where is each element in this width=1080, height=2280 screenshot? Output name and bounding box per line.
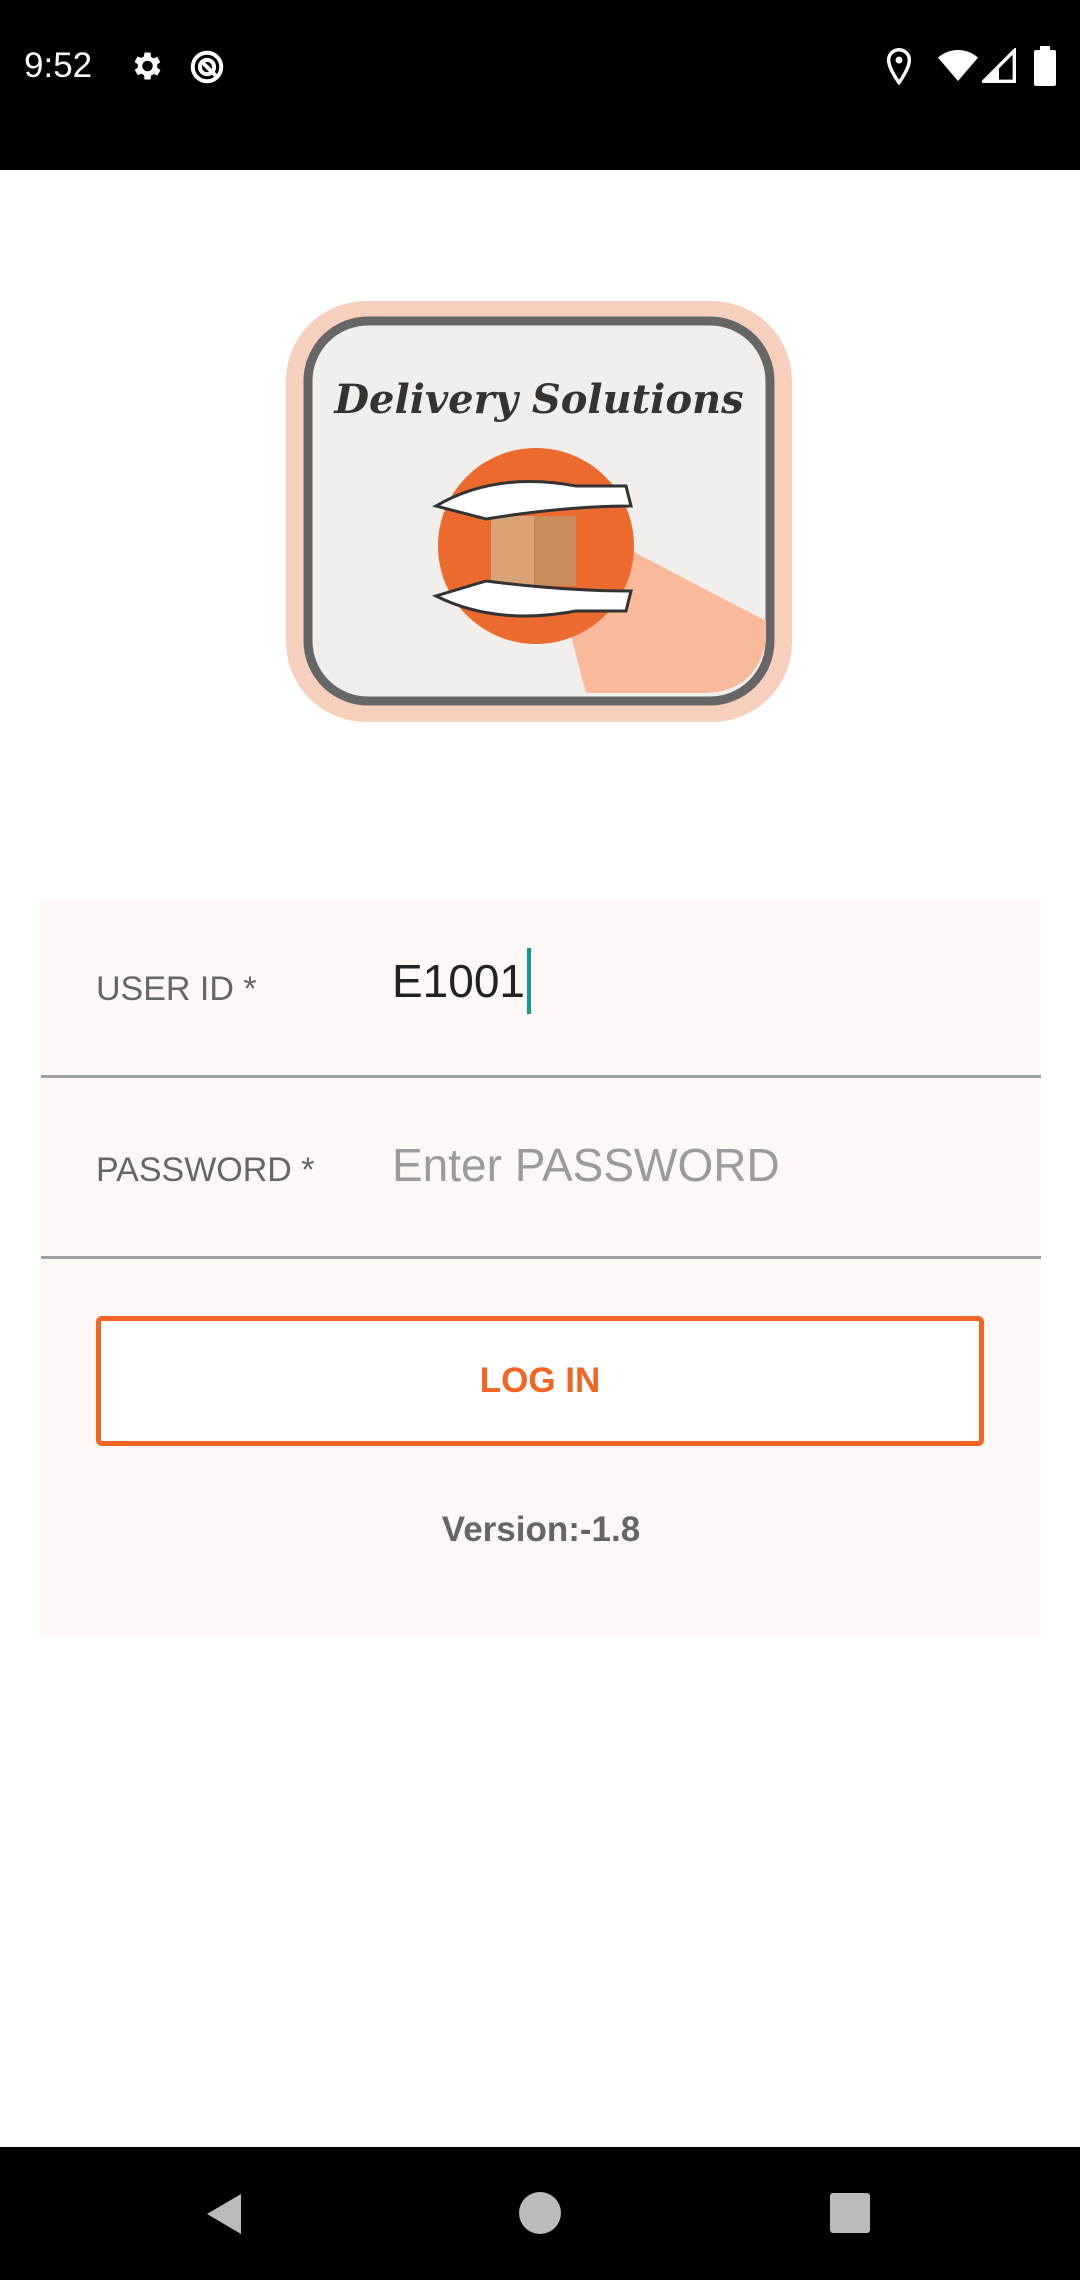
text-cursor <box>527 947 532 1014</box>
back-icon[interactable] <box>205 2192 245 2236</box>
home-icon[interactable] <box>519 2192 561 2234</box>
location-icon <box>886 48 912 86</box>
user-id-label: USER ID * <box>96 970 257 1008</box>
gear-icon <box>134 52 161 80</box>
do-not-disturb-icon <box>190 50 224 84</box>
status-bar: 9:52 <box>0 0 1080 170</box>
wifi-icon <box>938 50 978 81</box>
recents-icon[interactable] <box>830 2193 870 2233</box>
battery-icon <box>1034 46 1056 86</box>
delivery-solutions-logo: Delivery Solutions <box>286 301 792 722</box>
svg-text:Delivery Solutions: Delivery Solutions <box>333 376 743 423</box>
password-row: PASSWORD * Enter PASSWORD <box>41 1078 1041 1259</box>
login-card: USER ID * E1001 PASSWORD * Enter PASSWOR… <box>41 898 1041 1638</box>
password-label: PASSWORD * <box>96 1151 315 1189</box>
user-id-value: E1001 <box>392 955 526 1007</box>
login-button[interactable]: LOG IN <box>96 1316 984 1446</box>
version-text: Version:-1.8 <box>441 1510 641 1549</box>
signal-icon <box>982 48 1016 83</box>
user-id-input[interactable]: E1001 <box>392 947 532 1014</box>
status-time: 9:52 <box>24 46 93 85</box>
password-input[interactable]: Enter PASSWORD <box>392 1138 780 1192</box>
user-id-row: USER ID * E1001 <box>41 898 1041 1078</box>
navigation-bar <box>0 2147 1080 2280</box>
